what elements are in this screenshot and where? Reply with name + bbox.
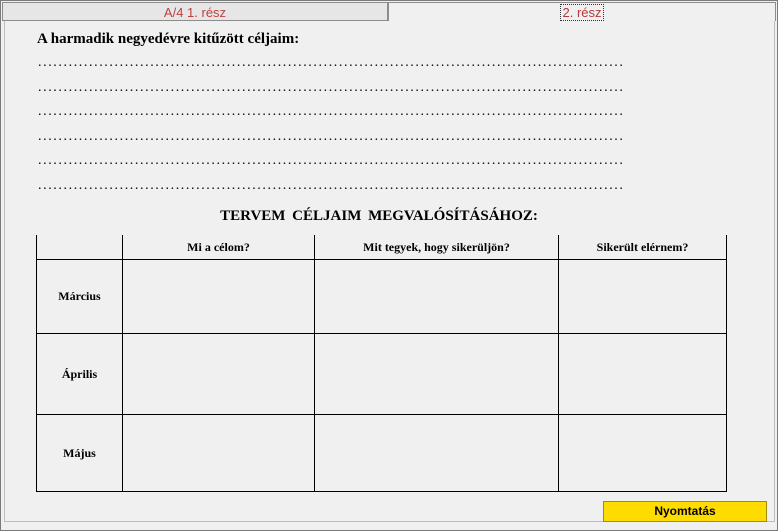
goal-line-4[interactable]: ........................................… <box>38 130 702 144</box>
cell-may-actions[interactable] <box>314 414 559 492</box>
print-button[interactable]: Nyomtatás <box>603 501 767 522</box>
goal-line-2[interactable]: ........................................… <box>38 81 702 95</box>
tab-part-1-label: A/4 1. rész <box>163 5 227 20</box>
goal-line-6[interactable]: ........................................… <box>38 179 702 193</box>
plan-table: Mi a célom? Mit tegyek, hogy sikerüljön?… <box>36 235 727 492</box>
plan-title-text: TERVEM CÉLJAIM MEGVALÓSÍTÁSÁHOZ: <box>220 208 538 224</box>
cell-march-goal[interactable] <box>122 259 315 334</box>
tab-part-1[interactable]: A/4 1. rész <box>2 2 388 21</box>
row-label-march: Március <box>36 259 123 334</box>
cell-april-goal[interactable] <box>122 333 315 415</box>
tab-part-2[interactable]: 2. rész <box>388 2 776 21</box>
table-header-goal: Mi a célom? <box>122 235 315 260</box>
cell-april-actions[interactable] <box>314 333 559 415</box>
goal-line-5[interactable]: ........................................… <box>38 154 702 168</box>
row-label-april: Április <box>36 333 123 415</box>
table-header-corner <box>36 235 123 260</box>
cell-march-actions[interactable] <box>314 259 559 334</box>
table-row: Május <box>36 414 727 492</box>
table-row: Április <box>36 333 727 415</box>
cell-april-achieved[interactable] <box>558 333 727 415</box>
cell-may-goal[interactable] <box>122 414 315 492</box>
cell-may-achieved[interactable] <box>558 414 727 492</box>
tab-bar: A/4 1. rész 2. rész <box>0 0 778 22</box>
table-header-row: Mi a célom? Mit tegyek, hogy sikerüljön?… <box>36 235 727 260</box>
row-label-may: Május <box>36 414 123 492</box>
goals-title: A harmadik negyedévre kitűzött céljaim: <box>37 31 300 47</box>
plan-title: TERVEM CÉLJAIM MEGVALÓSÍTÁSÁHOZ: <box>0 208 778 225</box>
tab-part-2-label: 2. rész <box>560 4 604 21</box>
goal-line-3[interactable]: ........................................… <box>38 105 702 119</box>
table-header-actions: Mit tegyek, hogy sikerüljön? <box>314 235 559 260</box>
table-row: Március <box>36 259 727 334</box>
goal-line-1[interactable]: ........................................… <box>38 56 702 70</box>
cell-march-achieved[interactable] <box>558 259 727 334</box>
table-header-achieved: Sikerült elérnem? <box>558 235 727 260</box>
